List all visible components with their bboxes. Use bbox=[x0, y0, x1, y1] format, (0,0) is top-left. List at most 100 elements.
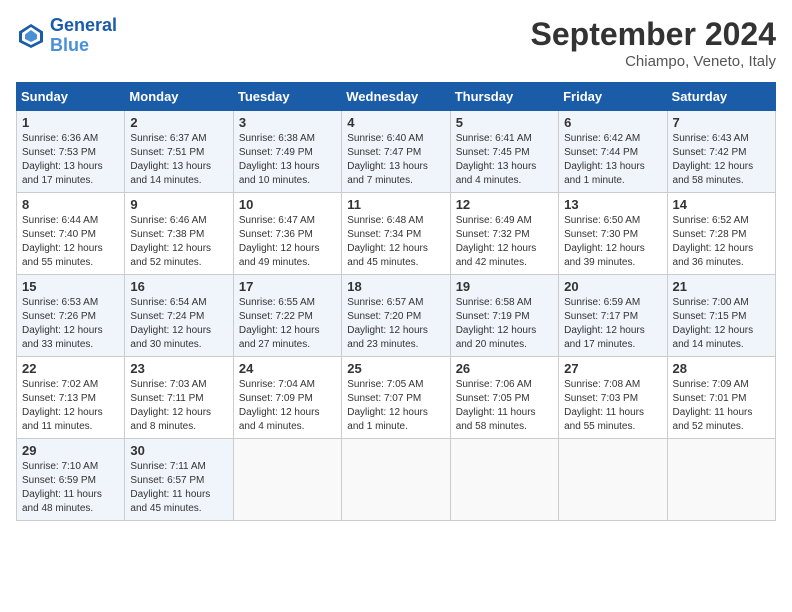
calendar-cell bbox=[450, 439, 558, 521]
calendar-cell: 13 Sunrise: 6:50 AM Sunset: 7:30 PM Dayli… bbox=[559, 193, 667, 275]
day-number: 5 bbox=[456, 115, 553, 130]
day-info: Sunrise: 7:09 AM Sunset: 7:01 PM Dayligh… bbox=[673, 378, 770, 434]
header-monday: Monday bbox=[125, 83, 233, 111]
day-info: Sunrise: 7:10 AM Sunset: 6:59 PM Dayligh… bbox=[22, 460, 119, 516]
calendar-cell: 22 Sunrise: 7:02 AM Sunset: 7:13 PM Dayli… bbox=[17, 357, 125, 439]
calendar-table: Sunday Monday Tuesday Wednesday Thursday… bbox=[16, 82, 776, 521]
calendar-week-row: 8 Sunrise: 6:44 AM Sunset: 7:40 PM Daylig… bbox=[17, 193, 776, 275]
calendar-cell: 8 Sunrise: 6:44 AM Sunset: 7:40 PM Daylig… bbox=[17, 193, 125, 275]
calendar-cell: 20 Sunrise: 6:59 AM Sunset: 7:17 PM Dayli… bbox=[559, 275, 667, 357]
day-number: 22 bbox=[22, 361, 119, 376]
day-info: Sunrise: 6:50 AM Sunset: 7:30 PM Dayligh… bbox=[564, 214, 661, 270]
day-info: Sunrise: 7:02 AM Sunset: 7:13 PM Dayligh… bbox=[22, 378, 119, 434]
day-number: 28 bbox=[673, 361, 770, 376]
day-info: Sunrise: 6:53 AM Sunset: 7:26 PM Dayligh… bbox=[22, 296, 119, 352]
calendar-cell: 19 Sunrise: 6:58 AM Sunset: 7:19 PM Dayli… bbox=[450, 275, 558, 357]
day-number: 27 bbox=[564, 361, 661, 376]
calendar-cell: 10Sunrise: 6:47 AM Sunset: 7:36 PM Dayli… bbox=[233, 193, 341, 275]
day-info: Sunrise: 6:41 AM Sunset: 7:45 PM Dayligh… bbox=[456, 132, 553, 188]
day-info: Sunrise: 6:49 AM Sunset: 7:32 PM Dayligh… bbox=[456, 214, 553, 270]
calendar-cell: 29 Sunrise: 7:10 AM Sunset: 6:59 PM Dayli… bbox=[17, 439, 125, 521]
calendar-cell: 5 Sunrise: 6:41 AM Sunset: 7:45 PM Daylig… bbox=[450, 111, 558, 193]
day-number: 24 bbox=[239, 361, 336, 376]
calendar-header-row: Sunday Monday Tuesday Wednesday Thursday… bbox=[17, 83, 776, 111]
month-year: September 2024 bbox=[531, 16, 776, 53]
day-info: Sunrise: 7:05 AM Sunset: 7:07 PM Dayligh… bbox=[347, 378, 444, 434]
day-number: 17 bbox=[239, 279, 336, 294]
day-info: Sunrise: 6:43 AM Sunset: 7:42 PM Dayligh… bbox=[673, 132, 770, 188]
calendar-cell: 23 Sunrise: 7:03 AM Sunset: 7:11 PM Dayli… bbox=[125, 357, 233, 439]
day-info: Sunrise: 6:40 AM Sunset: 7:47 PM Dayligh… bbox=[347, 132, 444, 188]
calendar-cell: 7 Sunrise: 6:43 AM Sunset: 7:42 PM Daylig… bbox=[667, 111, 775, 193]
calendar-cell: 24 Sunrise: 7:04 AM Sunset: 7:09 PM Dayli… bbox=[233, 357, 341, 439]
calendar-cell: 4 Sunrise: 6:40 AM Sunset: 7:47 PM Daylig… bbox=[342, 111, 450, 193]
logo-text: General Blue bbox=[50, 16, 117, 56]
calendar-cell bbox=[342, 439, 450, 521]
calendar-cell: 9Sunrise: 6:46 AM Sunset: 7:38 PM Daylig… bbox=[125, 193, 233, 275]
day-number: 19 bbox=[456, 279, 553, 294]
day-info: Sunrise: 6:59 AM Sunset: 7:17 PM Dayligh… bbox=[564, 296, 661, 352]
day-info: Sunrise: 6:37 AM Sunset: 7:51 PM Dayligh… bbox=[130, 132, 227, 188]
day-info: Sunrise: 7:04 AM Sunset: 7:09 PM Dayligh… bbox=[239, 378, 336, 434]
day-number: 9 bbox=[130, 197, 227, 212]
day-info: Sunrise: 6:54 AM Sunset: 7:24 PM Dayligh… bbox=[130, 296, 227, 352]
day-info: Sunrise: 7:00 AM Sunset: 7:15 PM Dayligh… bbox=[673, 296, 770, 352]
calendar-cell: 26 Sunrise: 7:06 AM Sunset: 7:05 PM Dayli… bbox=[450, 357, 558, 439]
day-number: 26 bbox=[456, 361, 553, 376]
day-number: 6 bbox=[564, 115, 661, 130]
calendar-cell: 27 Sunrise: 7:08 AM Sunset: 7:03 PM Dayli… bbox=[559, 357, 667, 439]
day-info: Sunrise: 7:11 AM Sunset: 6:57 PM Dayligh… bbox=[130, 460, 227, 516]
day-number: 25 bbox=[347, 361, 444, 376]
header-saturday: Saturday bbox=[667, 83, 775, 111]
header-sunday: Sunday bbox=[17, 83, 125, 111]
calendar-cell: 30Sunrise: 7:11 AM Sunset: 6:57 PM Dayli… bbox=[125, 439, 233, 521]
day-number: 20 bbox=[564, 279, 661, 294]
day-number: 13 bbox=[564, 197, 661, 212]
title-block: September 2024 Chiampo, Veneto, Italy bbox=[531, 16, 776, 70]
day-info: Sunrise: 6:38 AM Sunset: 7:49 PM Dayligh… bbox=[239, 132, 336, 188]
day-info: Sunrise: 6:55 AM Sunset: 7:22 PM Dayligh… bbox=[239, 296, 336, 352]
day-info: Sunrise: 7:06 AM Sunset: 7:05 PM Dayligh… bbox=[456, 378, 553, 434]
calendar-cell: 21 Sunrise: 7:00 AM Sunset: 7:15 PM Dayli… bbox=[667, 275, 775, 357]
page-header: General Blue September 2024 Chiampo, Ven… bbox=[16, 16, 776, 70]
day-info: Sunrise: 6:58 AM Sunset: 7:19 PM Dayligh… bbox=[456, 296, 553, 352]
day-number: 29 bbox=[22, 443, 119, 458]
day-info: Sunrise: 6:44 AM Sunset: 7:40 PM Dayligh… bbox=[22, 214, 119, 270]
day-number: 21 bbox=[673, 279, 770, 294]
day-info: Sunrise: 6:42 AM Sunset: 7:44 PM Dayligh… bbox=[564, 132, 661, 188]
calendar-cell bbox=[559, 439, 667, 521]
calendar-cell: 1Sunrise: 6:36 AM Sunset: 7:53 PM Daylig… bbox=[17, 111, 125, 193]
calendar-cell: 11 Sunrise: 6:48 AM Sunset: 7:34 PM Dayli… bbox=[342, 193, 450, 275]
day-info: Sunrise: 6:48 AM Sunset: 7:34 PM Dayligh… bbox=[347, 214, 444, 270]
calendar-cell: 25 Sunrise: 7:05 AM Sunset: 7:07 PM Dayli… bbox=[342, 357, 450, 439]
calendar-week-row: 22 Sunrise: 7:02 AM Sunset: 7:13 PM Dayli… bbox=[17, 357, 776, 439]
day-number: 11 bbox=[347, 197, 444, 212]
day-number: 18 bbox=[347, 279, 444, 294]
day-info: Sunrise: 6:36 AM Sunset: 7:53 PM Dayligh… bbox=[22, 132, 119, 188]
calendar-week-row: 15Sunrise: 6:53 AM Sunset: 7:26 PM Dayli… bbox=[17, 275, 776, 357]
calendar-cell: 14 Sunrise: 6:52 AM Sunset: 7:28 PM Dayli… bbox=[667, 193, 775, 275]
day-number: 10 bbox=[239, 197, 336, 212]
day-number: 23 bbox=[130, 361, 227, 376]
calendar-cell: 16Sunrise: 6:54 AM Sunset: 7:24 PM Dayli… bbox=[125, 275, 233, 357]
calendar-cell: 12 Sunrise: 6:49 AM Sunset: 7:32 PM Dayli… bbox=[450, 193, 558, 275]
day-info: Sunrise: 7:08 AM Sunset: 7:03 PM Dayligh… bbox=[564, 378, 661, 434]
calendar-cell bbox=[233, 439, 341, 521]
day-info: Sunrise: 6:52 AM Sunset: 7:28 PM Dayligh… bbox=[673, 214, 770, 270]
day-number: 8 bbox=[22, 197, 119, 212]
day-number: 2 bbox=[130, 115, 227, 130]
location: Chiampo, Veneto, Italy bbox=[531, 53, 776, 70]
calendar-cell: 6 Sunrise: 6:42 AM Sunset: 7:44 PM Daylig… bbox=[559, 111, 667, 193]
day-number: 14 bbox=[673, 197, 770, 212]
calendar-week-row: 29 Sunrise: 7:10 AM Sunset: 6:59 PM Dayli… bbox=[17, 439, 776, 521]
logo: General Blue bbox=[16, 16, 117, 56]
day-number: 12 bbox=[456, 197, 553, 212]
day-number: 7 bbox=[673, 115, 770, 130]
calendar-cell: 15Sunrise: 6:53 AM Sunset: 7:26 PM Dayli… bbox=[17, 275, 125, 357]
calendar-cell: 3Sunrise: 6:38 AM Sunset: 7:49 PM Daylig… bbox=[233, 111, 341, 193]
calendar-cell: 28 Sunrise: 7:09 AM Sunset: 7:01 PM Dayli… bbox=[667, 357, 775, 439]
day-number: 4 bbox=[347, 115, 444, 130]
header-wednesday: Wednesday bbox=[342, 83, 450, 111]
header-friday: Friday bbox=[559, 83, 667, 111]
day-info: Sunrise: 7:03 AM Sunset: 7:11 PM Dayligh… bbox=[130, 378, 227, 434]
